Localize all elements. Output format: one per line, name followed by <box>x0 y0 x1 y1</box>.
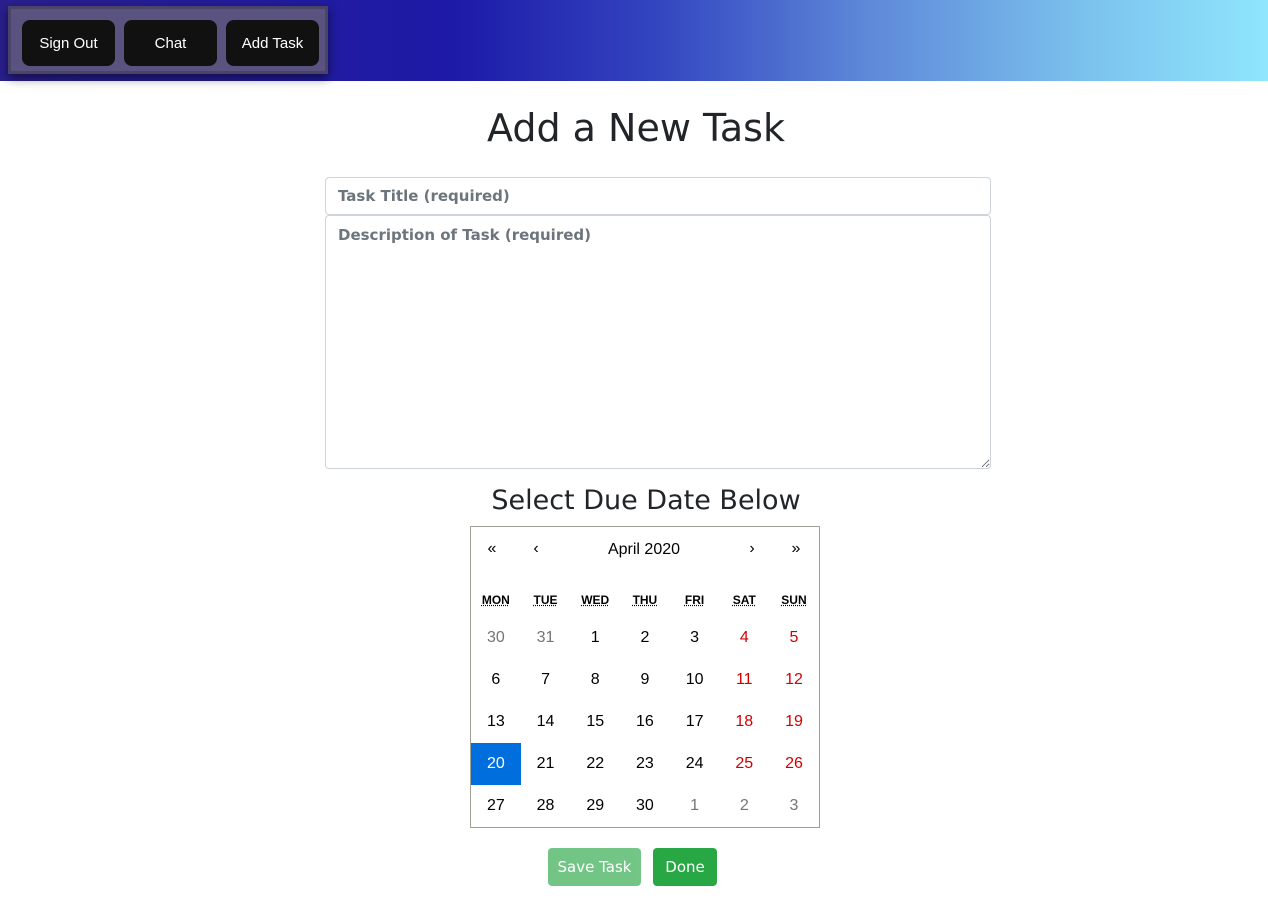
save-task-button[interactable]: Save Task <box>548 848 641 886</box>
calendar-day[interactable]: 1 <box>670 785 720 827</box>
calendar-day[interactable]: 18 <box>719 701 769 743</box>
done-button[interactable]: Done <box>653 848 717 886</box>
calendar-day[interactable]: 17 <box>670 701 720 743</box>
chat-button[interactable]: Chat <box>124 20 217 66</box>
calendar-day[interactable]: 3 <box>670 617 720 659</box>
calendar-day[interactable]: 5 <box>769 617 819 659</box>
add-task-button[interactable]: Add Task <box>226 20 319 66</box>
calendar-day[interactable]: 11 <box>719 659 769 701</box>
weekday-header: WED <box>581 593 610 607</box>
calendar-day[interactable]: 23 <box>620 743 670 785</box>
task-title-input[interactable] <box>325 177 991 215</box>
next-year-button[interactable]: » <box>781 527 811 571</box>
calendar-day-selected[interactable]: 20 <box>471 743 521 785</box>
calendar-day[interactable]: 15 <box>570 701 620 743</box>
calendar-day[interactable]: 2 <box>620 617 670 659</box>
calendar-day[interactable]: 14 <box>521 701 571 743</box>
calendar-day[interactable]: 9 <box>620 659 670 701</box>
calendar-day[interactable]: 10 <box>670 659 720 701</box>
calendar-month-label[interactable]: April 2020 <box>559 527 729 571</box>
calendar-day[interactable]: 31 <box>521 617 571 659</box>
calendar-day[interactable]: 7 <box>521 659 571 701</box>
calendar-weekdays: MON TUE WED THU FRI SAT SUN <box>471 593 819 607</box>
calendar-day[interactable]: 29 <box>570 785 620 827</box>
weekday-header: TUE <box>533 593 558 607</box>
due-date-calendar: « ‹ April 2020 › » MON TUE WED THU FRI S… <box>470 526 820 828</box>
weekday-header: SAT <box>732 593 756 607</box>
calendar-days-grid: 30 31 1 2 3 4 5 6 7 8 9 10 11 12 13 14 15 16 17 18 19 20 21 22 2… <box>471 617 819 827</box>
calendar-day[interactable]: 3 <box>769 785 819 827</box>
due-date-heading: Select Due Date Below <box>491 485 801 516</box>
top-navbar: Sign Out Chat Add Task <box>0 0 1268 81</box>
calendar-day[interactable]: 4 <box>719 617 769 659</box>
page-title: Add a New Task <box>487 106 785 150</box>
calendar-day[interactable]: 30 <box>620 785 670 827</box>
calendar-day[interactable]: 8 <box>570 659 620 701</box>
calendar-day[interactable]: 6 <box>471 659 521 701</box>
task-description-textarea[interactable] <box>325 215 991 469</box>
prev-year-button[interactable]: « <box>477 527 507 571</box>
calendar-day[interactable]: 22 <box>570 743 620 785</box>
sign-out-button[interactable]: Sign Out <box>22 20 115 66</box>
calendar-day[interactable]: 21 <box>521 743 571 785</box>
calendar-day[interactable]: 19 <box>769 701 819 743</box>
calendar-day[interactable]: 28 <box>521 785 571 827</box>
calendar-day[interactable]: 12 <box>769 659 819 701</box>
calendar-day[interactable]: 25 <box>719 743 769 785</box>
calendar-day[interactable]: 16 <box>620 701 670 743</box>
nav-button-group: Sign Out Chat Add Task <box>8 6 328 74</box>
calendar-day[interactable]: 30 <box>471 617 521 659</box>
weekday-header: FRI <box>684 593 705 607</box>
weekday-header: THU <box>632 593 658 607</box>
calendar-day[interactable]: 24 <box>670 743 720 785</box>
calendar-day[interactable]: 13 <box>471 701 521 743</box>
next-month-button[interactable]: › <box>737 527 767 571</box>
weekday-header: MON <box>481 593 510 607</box>
calendar-day[interactable]: 27 <box>471 785 521 827</box>
prev-month-button[interactable]: ‹ <box>521 527 551 571</box>
calendar-day[interactable]: 1 <box>570 617 620 659</box>
weekday-header: SUN <box>781 593 807 607</box>
calendar-day[interactable]: 2 <box>719 785 769 827</box>
calendar-day[interactable]: 26 <box>769 743 819 785</box>
